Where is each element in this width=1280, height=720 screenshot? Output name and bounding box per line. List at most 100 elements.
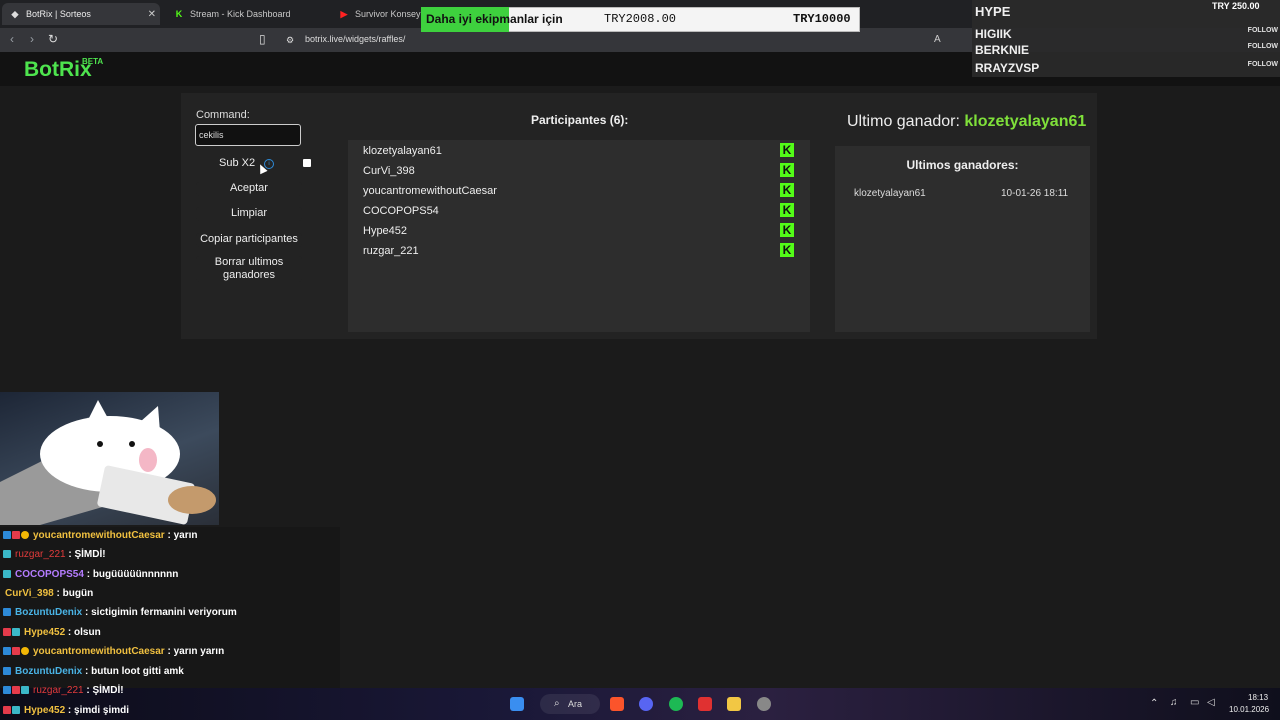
- sub-x2-checkbox[interactable]: [303, 159, 311, 167]
- cat-overlay-image: [0, 392, 219, 525]
- discord-icon[interactable]: [639, 697, 653, 711]
- chat-user: BozuntuDenix: [15, 606, 83, 618]
- back-icon[interactable]: ‹: [10, 32, 14, 46]
- chat-user: youcantromewithoutCaesar: [33, 645, 165, 657]
- participant-name: CurVi_398: [363, 165, 415, 177]
- brave-icon[interactable]: [610, 697, 624, 711]
- chat-message: ruzgar_221 : ŞİMDİ!: [3, 682, 124, 698]
- participant-name: youcantromewithoutCaesar: [363, 185, 497, 197]
- participants-list: [348, 140, 810, 332]
- badge-icon: [3, 531, 11, 539]
- taskbar-search[interactable]: ⌕ Ara: [540, 694, 600, 714]
- event-name: RRAYZVSP: [975, 61, 1040, 75]
- badge-icon: [12, 531, 20, 539]
- forward-icon[interactable]: ›: [30, 32, 34, 46]
- command-input[interactable]: [195, 124, 301, 146]
- tab-kick-dashboard[interactable]: K Stream - Kick Dashboard: [166, 3, 326, 25]
- copiar-participantes-button[interactable]: Copiar participantes: [196, 233, 302, 247]
- clock-time[interactable]: 18:13: [1248, 693, 1268, 702]
- chat-message: BozuntuDenix : butun loot gitti amk: [3, 663, 184, 679]
- badge-icon: [3, 686, 11, 694]
- top-donation-amount: TRY 250.00: [1212, 1, 1260, 11]
- winners-history-title: Ultimos ganadores:: [906, 158, 1019, 172]
- clock-date[interactable]: 10.01.2026: [1229, 705, 1269, 714]
- bookmark-icon[interactable]: ▯: [259, 32, 266, 46]
- chat-text: ŞİMDİ!: [74, 548, 106, 560]
- windows-start-icon[interactable]: [510, 697, 524, 711]
- badge-icon: [21, 686, 29, 694]
- chat-message: youcantromewithoutCaesar : yarın: [3, 527, 198, 543]
- chat-text: olsun: [74, 626, 101, 638]
- badge-icon: [3, 667, 11, 675]
- participant-name: ruzgar_221: [363, 245, 419, 257]
- chat-message: ruzgar_221 : ŞİMDİ!: [3, 546, 106, 562]
- chat-message: youcantromewithoutCaesar : yarın yarın: [3, 643, 224, 659]
- kick-icon: K: [780, 143, 794, 157]
- chat-user: Hype452: [24, 626, 66, 638]
- badge-icon: [21, 531, 29, 539]
- chat-user: youcantromewithoutCaesar: [33, 529, 165, 541]
- badge-icon: [3, 570, 11, 578]
- chat-text: butun loot gitti amk: [91, 665, 184, 677]
- aceptar-button[interactable]: Aceptar: [196, 182, 302, 196]
- badge-icon: [12, 686, 20, 694]
- badge-icon: [3, 706, 11, 714]
- badge-icon: [21, 647, 29, 655]
- participant-name: klozetyalayan61: [363, 145, 442, 157]
- volume-icon[interactable]: ◁: [1207, 697, 1215, 708]
- translate-icon[interactable]: A: [934, 34, 941, 45]
- tab-survivor[interactable]: ▶ Survivor Konsey: [331, 3, 421, 25]
- follow-label: FOLLOW: [1247, 27, 1278, 34]
- goal-target: TRY10000: [793, 12, 851, 26]
- spotify-icon[interactable]: [669, 697, 683, 711]
- chat-message: BozuntuDenix : sictigimin fermanini veri…: [3, 604, 237, 620]
- obs-icon[interactable]: [757, 697, 771, 711]
- search-label: Ara: [568, 699, 583, 709]
- follow-label: FOLLOW: [1247, 61, 1278, 68]
- chevron-up-icon[interactable]: ⌃: [1150, 698, 1158, 709]
- event-name: HIGIIK: [975, 27, 1012, 41]
- tab-botrix[interactable]: ◆ BotRix | Sorteos ✕: [2, 3, 160, 25]
- limpiar-button[interactable]: Limpiar: [196, 207, 302, 221]
- kick-icon: K: [780, 203, 794, 217]
- chat-user: ruzgar_221: [33, 684, 84, 696]
- last-winner-name: klozetyalayan61: [964, 113, 1087, 130]
- goal-current: TRY2008.00: [604, 12, 677, 26]
- address-bar[interactable]: botrix.live/widgets/raffles/: [305, 34, 405, 44]
- search-icon: ⌕: [554, 698, 560, 709]
- chat-text: şimdi şimdi: [74, 704, 130, 716]
- chat-text: yarın: [173, 529, 198, 541]
- last-winner-line: Ultimo ganador: klozetyalayan61: [847, 113, 1086, 131]
- winners-history-box: [835, 146, 1090, 332]
- site-info-icon[interactable]: ⚙: [286, 35, 294, 46]
- reload-icon[interactable]: ↻: [48, 32, 58, 46]
- kick-favicon-icon: K: [175, 9, 183, 19]
- network-icon[interactable]: ▭: [1190, 697, 1199, 708]
- app-icon[interactable]: [698, 697, 712, 711]
- badge-icon: [3, 628, 11, 636]
- chat-text: bugün: [62, 587, 94, 599]
- chat-message: Hype452 : olsun: [3, 624, 101, 640]
- chat-text: ŞİMDİ!: [92, 684, 124, 696]
- microphone-icon[interactable]: ♫: [1170, 697, 1178, 708]
- chat-text: bugüüüüünnnnnn: [92, 568, 179, 580]
- event-name: HYPE: [975, 4, 1011, 19]
- tab-title: Stream - Kick Dashboard: [190, 9, 291, 19]
- botrix-favicon-icon: ◆: [11, 8, 19, 19]
- file-explorer-icon[interactable]: [727, 697, 741, 711]
- chat-message: Hype452 : şimdi şimdi: [3, 702, 129, 718]
- chat-message: CurVi_398 : bugün: [5, 587, 94, 599]
- kick-icon: K: [780, 183, 794, 197]
- badge-icon: [12, 706, 20, 714]
- goal-text: Daha iyi ekipmanlar için: [426, 12, 563, 26]
- borrar-ganadores-button[interactable]: Borrar ultimos ganadores: [196, 256, 302, 282]
- chat-text: yarın yarın: [173, 645, 225, 657]
- badge-icon: [12, 647, 20, 655]
- tab-title: BotRix | Sorteos: [26, 9, 91, 19]
- sub-x2-label: Sub X2: [219, 157, 256, 169]
- winner-row-name: klozetyalayan61: [854, 188, 926, 199]
- close-tab-icon[interactable]: ✕: [148, 9, 156, 20]
- kick-icon: K: [780, 243, 794, 257]
- badge-icon: [12, 628, 20, 636]
- kick-icon: K: [780, 163, 794, 177]
